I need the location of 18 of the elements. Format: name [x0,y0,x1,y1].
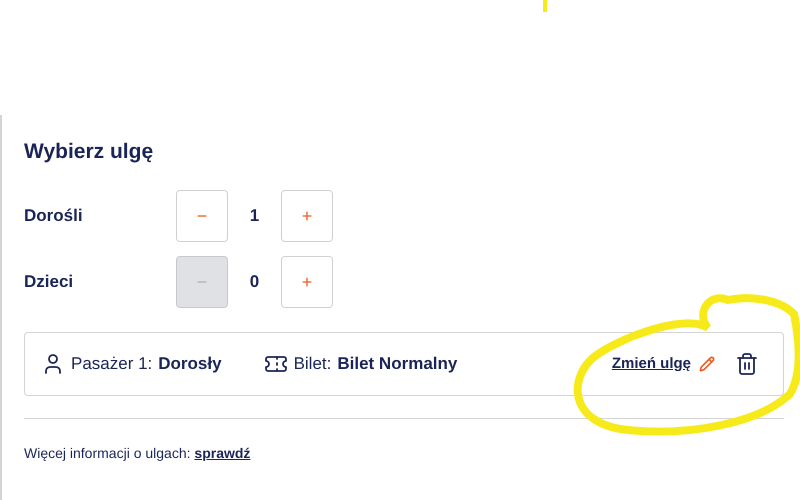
counter-label: Dzieci [24,271,74,294]
passenger-type: Dorosły [158,353,222,376]
counter-value: 0 [248,271,260,294]
counter-value: 1 [248,205,260,228]
change-discount-link[interactable]: Zmień ulgę [612,352,691,376]
passenger-label: Pasażer 1: [71,353,152,376]
increment-button[interactable]: + [281,256,333,308]
ticket-label: Bilet: [294,353,332,376]
info-text: Więcej informacji o ulgach: sprawdź [24,444,250,463]
mark-drawing [543,0,548,12]
ticket-type: Bilet Normalny [337,353,458,376]
increment-button[interactable]: + [281,190,333,242]
delete-button[interactable] [735,352,759,376]
check-link[interactable]: sprawdź [194,445,250,461]
section-title: Wybierz ulgę [24,139,154,165]
decrement-button[interactable]: − [176,190,228,242]
counter-label: Dorośli [24,205,84,228]
pencil-icon [699,356,715,372]
